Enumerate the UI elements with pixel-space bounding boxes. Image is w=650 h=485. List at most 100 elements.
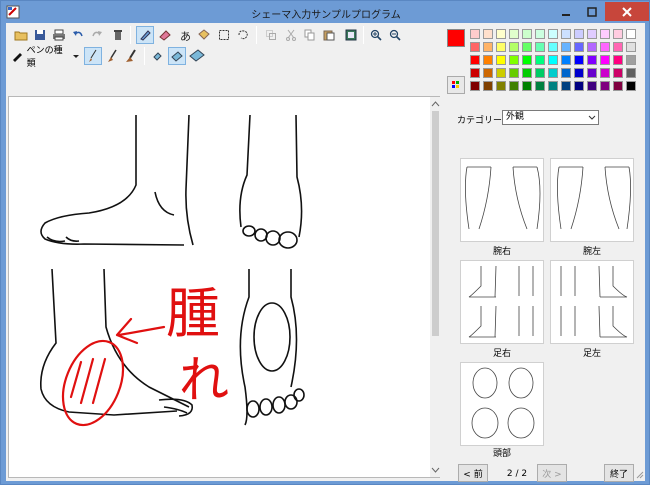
eraser-large-icon[interactable] bbox=[188, 47, 206, 65]
pen-kind-dropdown[interactable]: ペンの種類 bbox=[12, 46, 80, 69]
image-icon[interactable] bbox=[342, 26, 360, 44]
color-swatch[interactable] bbox=[587, 42, 597, 52]
color-swatch[interactable] bbox=[574, 29, 584, 39]
color-swatch[interactable] bbox=[470, 81, 480, 91]
scrollbar-thumb[interactable] bbox=[432, 111, 439, 336]
copy-region-icon[interactable] bbox=[262, 26, 280, 44]
drawing-canvas[interactable]: 腫 れ bbox=[8, 96, 441, 478]
color-swatch[interactable] bbox=[470, 68, 480, 78]
color-swatch[interactable] bbox=[509, 81, 519, 91]
color-swatch[interactable] bbox=[561, 68, 571, 78]
color-swatch[interactable] bbox=[496, 29, 506, 39]
color-swatch[interactable] bbox=[561, 42, 571, 52]
paste-icon[interactable] bbox=[320, 26, 338, 44]
scroll-up-icon[interactable] bbox=[430, 99, 441, 109]
color-swatch[interactable] bbox=[587, 29, 597, 39]
eraser-icon[interactable] bbox=[156, 26, 174, 44]
brush-thick-icon[interactable] bbox=[123, 47, 141, 65]
lasso-select-icon[interactable] bbox=[234, 26, 252, 44]
color-swatch[interactable] bbox=[535, 42, 545, 52]
category-select[interactable]: 外観 bbox=[502, 110, 599, 125]
brush-mid-icon[interactable] bbox=[104, 47, 122, 65]
color-swatch[interactable] bbox=[496, 55, 506, 65]
bucket-icon[interactable] bbox=[195, 26, 213, 44]
color-swatch[interactable] bbox=[496, 68, 506, 78]
color-swatch[interactable] bbox=[509, 42, 519, 52]
color-swatch[interactable] bbox=[509, 29, 519, 39]
color-swatch[interactable] bbox=[548, 68, 558, 78]
custom-color-button[interactable] bbox=[447, 76, 465, 94]
color-swatch[interactable] bbox=[613, 29, 623, 39]
close-button[interactable] bbox=[605, 2, 649, 21]
thumbnail-foot-right[interactable] bbox=[460, 260, 544, 344]
color-swatch[interactable] bbox=[509, 68, 519, 78]
copy-icon[interactable] bbox=[301, 26, 319, 44]
vertical-scrollbar[interactable] bbox=[430, 97, 441, 477]
color-swatch[interactable] bbox=[470, 29, 480, 39]
color-swatch[interactable] bbox=[626, 81, 636, 91]
color-swatch[interactable] bbox=[470, 42, 480, 52]
brush-thin-icon[interactable] bbox=[84, 47, 102, 65]
redo-icon[interactable] bbox=[88, 26, 106, 44]
maximize-button[interactable] bbox=[579, 2, 605, 21]
minimize-button[interactable] bbox=[552, 2, 579, 21]
text-icon[interactable]: あ bbox=[176, 26, 194, 44]
color-swatch[interactable] bbox=[600, 29, 610, 39]
color-swatch[interactable] bbox=[496, 81, 506, 91]
color-swatch[interactable] bbox=[600, 81, 610, 91]
color-swatch[interactable] bbox=[574, 81, 584, 91]
color-swatch[interactable] bbox=[483, 42, 493, 52]
color-swatch[interactable] bbox=[535, 68, 545, 78]
color-swatch[interactable] bbox=[548, 29, 558, 39]
color-swatch[interactable] bbox=[535, 81, 545, 91]
color-swatch[interactable] bbox=[522, 68, 532, 78]
zoom-in-icon[interactable] bbox=[367, 26, 385, 44]
color-swatch[interactable] bbox=[626, 55, 636, 65]
resize-grip-icon[interactable] bbox=[634, 469, 644, 479]
color-swatch[interactable] bbox=[574, 42, 584, 52]
thumbnail-foot-left[interactable] bbox=[550, 260, 634, 344]
undo-icon[interactable] bbox=[69, 26, 87, 44]
save-icon[interactable] bbox=[31, 26, 49, 44]
color-swatch[interactable] bbox=[613, 68, 623, 78]
color-swatch[interactable] bbox=[548, 55, 558, 65]
eraser-mid-icon[interactable] bbox=[168, 47, 186, 65]
color-swatch[interactable] bbox=[613, 55, 623, 65]
color-swatch[interactable] bbox=[587, 68, 597, 78]
thumbnail-arm-right[interactable] bbox=[460, 158, 544, 242]
scroll-down-icon[interactable] bbox=[430, 465, 441, 475]
cut-icon[interactable] bbox=[282, 26, 300, 44]
color-swatch[interactable] bbox=[483, 29, 493, 39]
color-swatch[interactable] bbox=[483, 81, 493, 91]
color-swatch[interactable] bbox=[626, 68, 636, 78]
color-swatch[interactable] bbox=[600, 55, 610, 65]
color-swatch[interactable] bbox=[509, 55, 519, 65]
color-swatch[interactable] bbox=[561, 29, 571, 39]
color-swatch[interactable] bbox=[522, 55, 532, 65]
prev-page-button[interactable]: < 前 bbox=[458, 464, 488, 482]
color-swatch[interactable] bbox=[613, 81, 623, 91]
trash-icon[interactable] bbox=[109, 26, 127, 44]
close-program-button[interactable]: 終了 bbox=[604, 464, 634, 482]
color-swatch[interactable] bbox=[587, 81, 597, 91]
title-bar[interactable]: シェーマ入力サンプルプログラム bbox=[1, 1, 650, 23]
color-swatch[interactable] bbox=[548, 81, 558, 91]
color-swatch[interactable] bbox=[561, 55, 571, 65]
color-swatch[interactable] bbox=[561, 81, 571, 91]
print-icon[interactable] bbox=[50, 26, 68, 44]
color-swatch[interactable] bbox=[600, 68, 610, 78]
next-page-button[interactable]: 次 > bbox=[537, 464, 567, 482]
color-swatch[interactable] bbox=[626, 42, 636, 52]
color-swatch[interactable] bbox=[626, 29, 636, 39]
color-swatch[interactable] bbox=[522, 42, 532, 52]
color-swatch[interactable] bbox=[483, 68, 493, 78]
color-swatch[interactable] bbox=[522, 29, 532, 39]
thumbnail-arm-left[interactable] bbox=[550, 158, 634, 242]
color-swatch[interactable] bbox=[587, 55, 597, 65]
color-swatch[interactable] bbox=[613, 42, 623, 52]
color-swatch[interactable] bbox=[548, 42, 558, 52]
pen-icon[interactable] bbox=[136, 26, 154, 44]
thumbnail-head[interactable] bbox=[460, 362, 544, 446]
zoom-out-icon[interactable] bbox=[386, 26, 404, 44]
color-swatch[interactable] bbox=[535, 55, 545, 65]
